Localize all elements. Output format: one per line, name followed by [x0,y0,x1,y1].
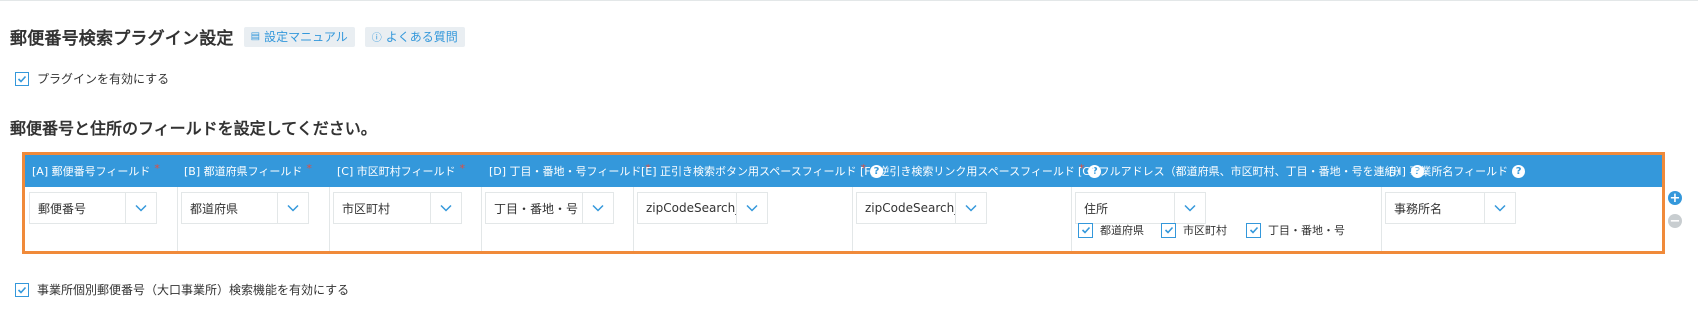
faq-button-label: よくある質問 [385,30,458,44]
enable-plugin-row: プラグインを有効にする [15,70,169,87]
document-icon: ▤ [250,31,261,42]
question-circle-icon: ⓘ [371,33,382,44]
section-title: 郵便番号と住所のフィールドを設定してください。 [10,119,377,138]
street-field-select[interactable]: 丁目・番地・号 [485,192,614,224]
city-field-select[interactable]: 市区町村 [333,192,462,224]
column-divider [852,187,853,251]
check-icon [1249,226,1258,234]
check-icon [1164,226,1173,234]
column-header-a: [A] 郵便番号フィールド * [32,161,160,179]
full-address-select[interactable]: 住所 [1075,192,1206,224]
check-icon [1081,226,1090,234]
manual-button[interactable]: ▤ 設定マニュアル [243,26,355,47]
table-row: 郵便番号 都道府県 市区町村 丁目・番地・号 zipCodeSearch_ma … [25,187,1662,251]
enable-office-search-checkbox[interactable] [15,282,29,297]
prefecture-field-select[interactable]: 都道府県 [181,192,309,224]
chevron-down-icon [430,193,461,223]
chevron-down-icon [125,193,156,223]
column-divider [329,187,330,251]
remove-row-button[interactable]: − [1668,214,1682,228]
concat-street-checkbox[interactable] [1246,222,1261,238]
check-icon [17,286,27,294]
table-header: [A] 郵便番号フィールド * [B] 都道府県フィールド * [C] 市区町村フィ… [25,155,1662,187]
column-divider [633,187,634,251]
column-header-c: [C] 市区町村フィールド * [337,161,466,179]
add-row-button[interactable]: + [1668,191,1682,205]
search-button-space-select[interactable]: zipCodeSearch_ma [637,192,768,224]
enable-office-search-label: 事業所個別郵便番号（大口事業所）検索機能を有効にする [37,283,350,297]
required-mark: * [306,161,312,175]
office-name-select[interactable]: 事務所名 [1385,192,1516,224]
page-header: 郵便番号検索プラグイン設定 ▤ 設定マニュアル ⓘ よくある質問 [10,24,465,49]
chevron-down-icon [955,193,986,223]
top-divider [0,0,1698,1]
column-header-g: [G] フルアドレス（都道府県、市区町村、丁目・番地・号を連結）? [1078,155,1424,187]
concat-city-option: 市区町村 [1161,222,1227,238]
chevron-down-icon [277,193,308,223]
column-header-b: [B] 都道府県フィールド * [184,161,312,179]
zip-field-select[interactable]: 郵便番号 [29,192,157,224]
check-icon [17,75,27,83]
concat-prefecture-checkbox[interactable] [1078,222,1093,238]
reverse-link-space-select[interactable]: zipCodeSearch_ma [856,192,987,224]
page-title: 郵便番号検索プラグイン設定 [10,29,234,49]
column-divider [177,187,178,251]
concat-city-checkbox[interactable] [1161,222,1176,238]
manual-button-label: 設定マニュアル [264,30,348,44]
field-settings-table: [A] 郵便番号フィールド * [B] 都道府県フィールド * [C] 市区町村フィ… [22,152,1665,254]
column-divider [1071,187,1072,251]
help-icon[interactable]: ? [1512,164,1526,178]
required-mark: * [154,161,160,175]
concat-prefecture-option: 都道府県 [1078,222,1144,238]
column-header-e: [E] 正引き検索ボタン用スペースフィールド *? [641,155,883,187]
chevron-down-icon [1484,193,1515,223]
column-divider [1381,187,1382,251]
chevron-down-icon [736,193,767,223]
enable-office-search-row: 事業所個別郵便番号（大口事業所）検索機能を有効にする [15,281,349,298]
column-divider [481,187,482,251]
enable-plugin-label: プラグインを有効にする [37,72,170,86]
chevron-down-icon [582,193,613,223]
faq-button[interactable]: ⓘ よくある質問 [364,26,465,47]
enable-plugin-checkbox[interactable] [15,71,29,86]
required-mark: * [459,161,466,175]
column-header-f: [F] 逆引き検索リンク用スペースフィールド *? [860,155,1102,187]
concat-street-option: 丁目・番地・号 [1246,222,1345,238]
column-header-d: [D] 丁目・番地・号フィールド * [489,161,651,179]
chevron-down-icon [1174,193,1205,223]
column-header-h: [H] 事業所名フィールド? [1389,155,1526,187]
